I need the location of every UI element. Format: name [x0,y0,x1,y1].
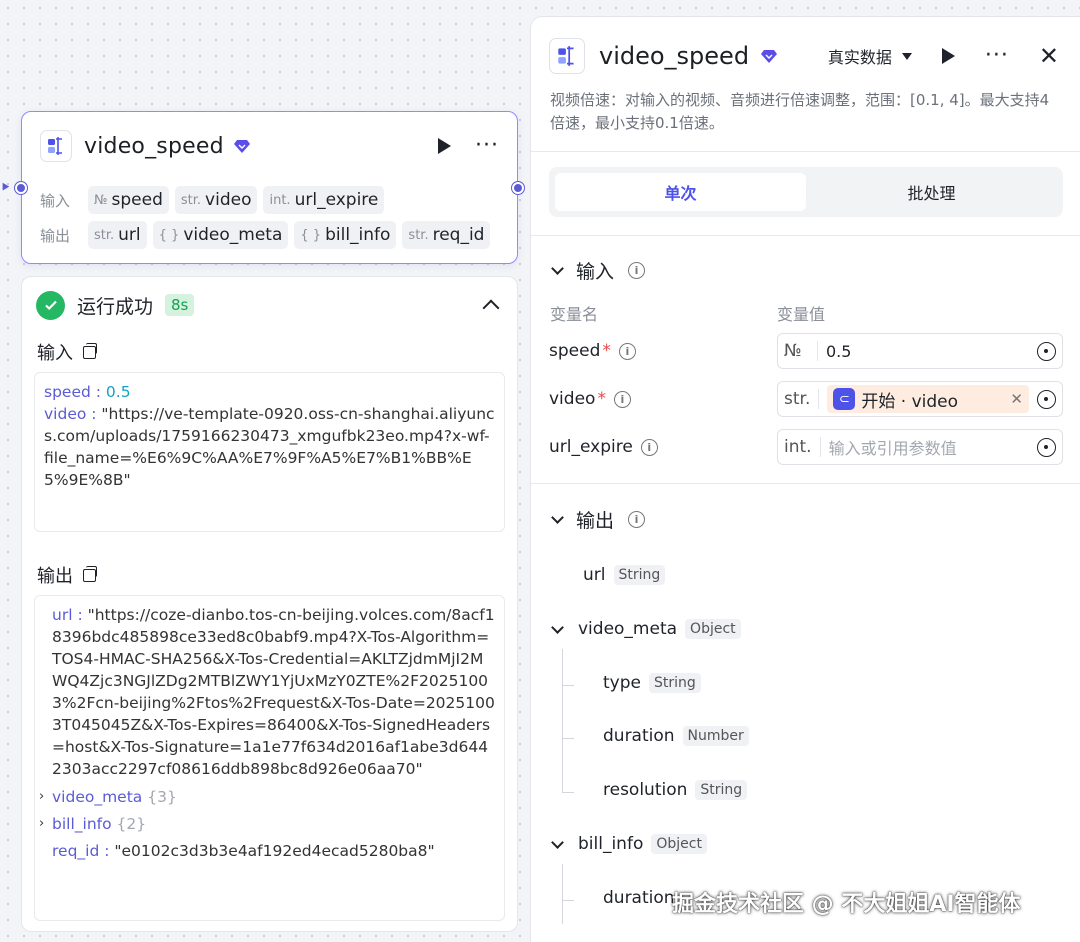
inputs-label: 输入 [40,191,71,210]
run-input-json: speed : 0.5 video : "https://ve-template… [34,372,505,532]
run-output-json: url : "https://coze-dianbo.tos-cn-beijin… [34,595,505,921]
success-check-icon [36,290,65,320]
node-title: video_speed [84,133,224,159]
chevron-down-icon[interactable] [551,620,564,634]
json-line-speed: speed : 0.5 [44,383,131,401]
video-reference-tag[interactable]: ⊂ 开始 · video ✕ [827,385,1029,413]
start-node-icon: ⊂ [833,388,856,410]
run-time-badge: 8s [165,294,195,316]
output-chip-video-meta: { } video_meta [152,221,289,249]
info-icon[interactable]: i [618,342,636,360]
output-field-resolution: resolution String [603,780,748,800]
json-line-video: video : "https://ve-template-0920.oss-cn… [44,405,495,489]
col-variable-value: 变量值 [777,305,826,324]
run-output-title: 输出 [37,562,97,588]
plugin-icon [40,130,72,162]
copy-input-icon[interactable] [83,342,97,359]
output-field-video-meta[interactable]: video_meta Object [551,619,741,639]
json-line-video-meta[interactable]: › video_meta {3} [39,786,495,808]
output-chip-bill-info: { } bill_info [294,221,397,249]
panel-title: video_speed [599,42,750,70]
expand-arrow-icon[interactable]: › [39,813,44,835]
param-row-video: video * i str. ⊂ 开始 · video ✕ [549,381,1063,417]
chevron-down-icon[interactable] [551,835,564,849]
run-result-header[interactable]: 运行成功 8s [36,289,503,321]
output-chip-req-id: str. req_id [402,221,491,249]
run-status: 运行成功 [77,295,154,318]
edge-arrow-icon: ⯈ [0,180,12,196]
input-chip-speed: № speed [88,186,169,214]
data-mode-select[interactable]: 真实数据 [828,44,912,68]
col-variable-name: 变量名 [550,305,599,324]
info-icon[interactable]: i [613,390,631,408]
node-header: video_speed ··· [40,130,499,162]
param-row-url-expire: url_expire i int. 输入或引用参数值 [549,429,1063,465]
info-icon[interactable]: i [640,438,658,456]
url-expire-input[interactable]: int. 输入或引用参数值 [777,429,1063,465]
run-mode-tabs: 单次 批处理 [549,167,1063,217]
json-line-url: url : "https://coze-dianbo.tos-cn-beijin… [52,606,495,778]
copy-output-icon[interactable] [83,565,97,582]
param-name-speed: speed * i [549,341,777,361]
expand-arrow-icon[interactable]: › [39,786,44,808]
chevron-up-icon[interactable] [482,299,500,317]
plugin-description: 视频倍速：对输入的视频、音频进行倍速调整，范围：[0.1, 4]。最大支持4倍速… [550,91,1050,132]
run-result-panel: 运行成功 8s 输入 speed : 0.5 video : "https://… [21,276,518,932]
speed-input[interactable]: № 0.5 [777,333,1063,369]
run-node-icon[interactable] [438,138,452,154]
tab-single[interactable]: 单次 [555,173,806,211]
caret-down-icon [901,52,912,60]
chevron-down-icon[interactable] [551,511,564,524]
more-icon[interactable]: ··· [475,135,499,157]
outputs-label: 输出 [40,226,71,245]
json-line-req-id: req_id : "e0102c3d3b3e4af192ed4ecad5280b… [52,842,435,860]
watermark-text: 掘金技术社区 @ 不大姐姐AI智能体 [672,892,1021,917]
video-input[interactable]: str. ⊂ 开始 · video ✕ [777,381,1063,417]
run-input-title: 输入 [37,339,97,365]
node-outputs: 输出 str. url { } video_meta { } bill_info st… [40,221,499,249]
input-chip-url-expire: int. url_expire [263,186,385,214]
input-group-header[interactable]: 输入 i [551,257,646,284]
chevron-down-icon[interactable] [551,262,564,275]
reference-variable-icon[interactable] [1037,389,1056,409]
remove-reference-icon[interactable]: ✕ [1010,390,1023,408]
output-group-header[interactable]: 输出 i [551,506,646,533]
input-port[interactable] [15,182,27,194]
run-test-icon[interactable] [941,48,955,64]
param-name-url-expire: url_expire i [549,437,777,457]
close-icon[interactable]: ✕ [1039,44,1059,68]
verified-icon [761,50,778,63]
output-field-url: url String [583,565,666,585]
output-field-duration: duration Number [603,726,749,746]
output-field-type: type String [603,673,701,693]
panel-header: video_speed 真实数据 ··· ✕ [549,38,1059,74]
output-chip-url: str. url [88,221,147,249]
node-card[interactable]: video_speed ··· 输入 № speed str. video int.… [15,111,524,264]
param-row-speed: speed * i № 0.5 [549,333,1063,369]
tab-batch[interactable]: 批处理 [806,173,1057,211]
input-chip-video: str. video [174,186,258,214]
verified-icon [233,140,250,153]
output-field-bill-info[interactable]: bill_info Object [551,834,707,854]
json-line-bill-info[interactable]: › bill_info {2} [39,813,495,835]
info-icon[interactable]: i [628,511,646,528]
output-field-bill-duration: duration [603,888,675,908]
test-run-panel: video_speed 真实数据 ··· ✕ 视频倍速：对输入的视频、音频进行倍… [530,16,1080,942]
node-inputs: 输入 № speed str. video int. url_expire [40,186,499,214]
reference-variable-icon[interactable] [1037,341,1056,361]
reference-variable-icon[interactable] [1037,437,1056,457]
more-icon[interactable]: ··· [985,45,1009,67]
output-port[interactable] [512,182,524,194]
param-name-video: video * i [549,389,777,409]
info-icon[interactable]: i [628,262,646,279]
plugin-icon [549,38,585,74]
